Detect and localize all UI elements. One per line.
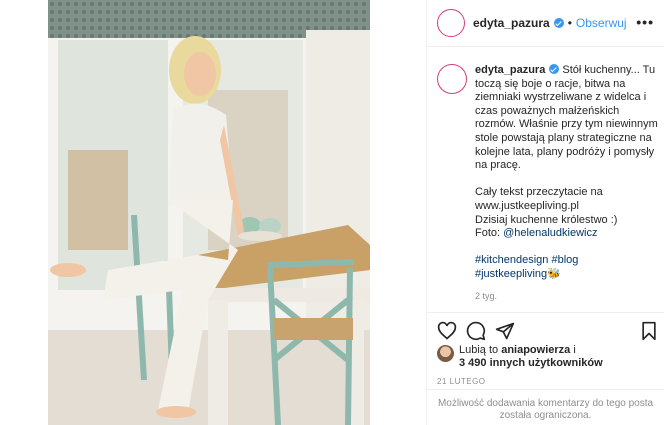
follow-button[interactable]: Obserwuj — [576, 16, 627, 30]
bookmark-icon[interactable] — [640, 321, 658, 346]
comment-icon[interactable] — [466, 321, 486, 346]
share-icon[interactable] — [495, 321, 515, 346]
caption-line: www.justkeepliving.pl — [475, 199, 579, 212]
liker-avatar[interactable] — [437, 345, 454, 362]
separator-dot: • — [567, 16, 572, 30]
post-caption: edyta_pazura Stół kuchenny... Tu toczą s… — [437, 64, 659, 301]
author-username[interactable]: edyta_pazura — [473, 16, 550, 30]
action-bar — [427, 312, 664, 348]
caption-paragraph-1: Stół kuchenny... Tu toczą się boje o rac… — [475, 64, 658, 172]
likes-middle: i — [570, 344, 576, 356]
caption-line: Dzisiaj kuchenne królestwo :) — [475, 213, 618, 226]
likes-prefix: Lubią to — [459, 344, 502, 356]
liker-username[interactable]: aniapowierza — [501, 344, 570, 356]
caption-line: Cały tekst przeczytacie na — [475, 186, 603, 199]
photographer-mention-link[interactable]: @helenaludkiewicz — [503, 227, 597, 239]
author-avatar[interactable] — [437, 9, 465, 37]
caption-username[interactable]: edyta_pazura — [475, 64, 545, 76]
hashtag-link[interactable]: #kitchendesign — [475, 254, 548, 266]
post-header: edyta_pazura • Obserwuj ••• — [427, 0, 664, 47]
verified-badge-icon — [549, 64, 560, 74]
bee-emoji: 🐝 — [547, 267, 561, 280]
caption-avatar[interactable] — [437, 64, 467, 94]
hashtag-link[interactable]: #blog — [551, 254, 578, 266]
post-side-panel: edyta_pazura • Obserwuj ••• edyta_pazura… — [426, 0, 664, 425]
likes-others-link[interactable]: 3 490 innych użytkowników — [459, 357, 603, 369]
likes-summary: Lubią to aniapowierza i 3 490 innych uży… — [437, 344, 657, 370]
post-date[interactable]: 21 LUTEGO — [437, 377, 486, 386]
post-photo[interactable] — [48, 0, 370, 425]
more-options-icon[interactable]: ••• — [636, 14, 654, 30]
caption-line: Foto: — [475, 227, 504, 240]
heart-icon[interactable] — [437, 321, 457, 346]
hashtag-link[interactable]: #justkeepliving — [475, 268, 547, 280]
comments-disabled-notice: Możliwość dodawania komentarzy do tego p… — [427, 389, 664, 422]
caption-time[interactable]: 2 tyg. — [475, 291, 659, 301]
verified-badge-icon — [553, 18, 564, 28]
